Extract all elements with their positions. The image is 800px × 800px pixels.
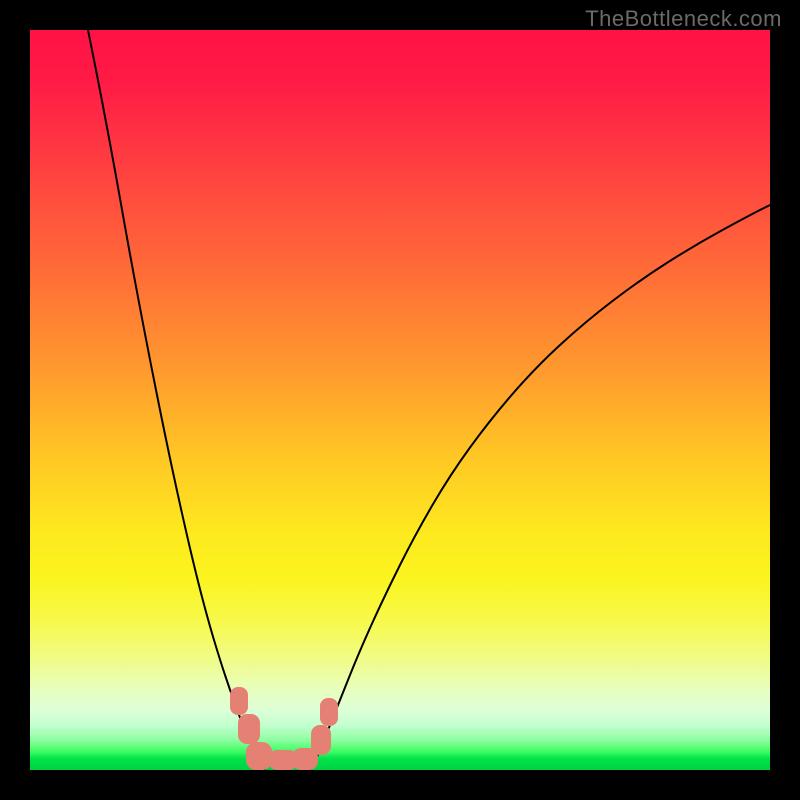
bottom-blob-1 (246, 742, 272, 770)
chart-stage: TheBottleneck.com (0, 0, 800, 800)
right-marker-upper (320, 698, 338, 726)
marker-layer (30, 30, 770, 770)
plot-area (30, 30, 770, 770)
watermark-text: TheBottleneck.com (585, 6, 782, 32)
marker-group (230, 687, 338, 770)
left-marker-lower (238, 714, 260, 744)
right-marker-lower (311, 725, 331, 755)
left-marker-upper (230, 687, 248, 715)
